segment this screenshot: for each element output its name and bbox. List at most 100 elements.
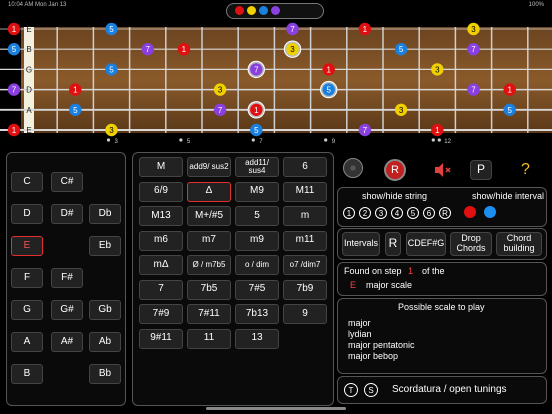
- chord-type-button[interactable]: Ø / m7b5: [187, 255, 231, 275]
- note-button[interactable]: G#: [51, 300, 83, 320]
- cdefg-button[interactable]: CDEF#G: [406, 232, 446, 256]
- note-button[interactable]: E: [11, 236, 43, 256]
- note-button[interactable]: G: [11, 300, 43, 320]
- chord-type-button[interactable]: m: [283, 206, 327, 226]
- intervals-button[interactable]: Intervals: [342, 232, 380, 256]
- fret-note-label: 7: [218, 106, 223, 115]
- note-button[interactable]: Db: [89, 204, 121, 224]
- fret-note-label: 1: [73, 86, 78, 95]
- fret-marker-dot: [106, 138, 111, 142]
- chord-type-button[interactable]: 7#11: [187, 304, 231, 324]
- found-suffix: of the: [422, 266, 445, 276]
- fret-marker-dot: [431, 138, 435, 142]
- chord-type-button[interactable]: Δ: [187, 181, 231, 202]
- chord-type-button[interactable]: 7b13: [235, 304, 279, 324]
- note-button[interactable]: Eb: [89, 236, 121, 256]
- fret-note-label: 5: [326, 86, 331, 95]
- note-button[interactable]: D: [11, 204, 43, 224]
- string-toggle-2[interactable]: 2: [359, 207, 371, 219]
- note-button[interactable]: F#: [51, 268, 83, 288]
- fretboard[interactable]: EBGDAE3 5 7 9 121 5 7 1 35 7 1 3 5 75 7 1 37 1 3 5 7 15 7 1 3 51 3…: [0, 20, 552, 146]
- chord-type-button[interactable]: m9: [235, 230, 279, 251]
- chord-type-button[interactable]: 7b5: [187, 279, 231, 300]
- chord-type-button[interactable]: m7: [187, 230, 231, 251]
- chord-type-button[interactable]: mΔ: [139, 255, 183, 275]
- chord-type-button[interactable]: 7b9: [283, 279, 327, 300]
- note-button[interactable]: C: [11, 172, 43, 192]
- r-button[interactable]: R: [385, 232, 401, 256]
- palette-dot-yellow[interactable]: [247, 6, 256, 15]
- fret-note-label: 7: [471, 86, 476, 95]
- chord-type-button[interactable]: 6: [283, 157, 327, 177]
- note-button[interactable]: Gb: [89, 300, 121, 320]
- p-button[interactable]: P: [470, 160, 492, 180]
- chord-type-button[interactable]: M+/#5: [187, 206, 231, 226]
- string-toggle-3[interactable]: 3: [375, 207, 387, 219]
- string-toggle-5[interactable]: 5: [407, 207, 419, 219]
- chord-type-button[interactable]: 9: [283, 304, 327, 324]
- palette-dot-purple[interactable]: [271, 6, 280, 15]
- string-toggle-root[interactable]: R: [439, 207, 451, 219]
- string-toggle-4[interactable]: 4: [391, 207, 403, 219]
- chord-type-button[interactable]: 6/9: [139, 181, 183, 202]
- scale-item[interactable]: major bebop: [348, 351, 415, 362]
- drop-chords-button[interactable]: Drop Chords: [450, 232, 492, 256]
- show-hide-interval-label: show/hide interval: [472, 191, 545, 201]
- chord-type-button[interactable]: add11/ sus4: [235, 157, 279, 177]
- note-button[interactable]: C#: [51, 172, 83, 192]
- note-button[interactable]: Bb: [89, 364, 121, 384]
- chord-type-button[interactable]: M11: [283, 181, 327, 202]
- chord-type-button[interactable]: M: [139, 157, 183, 177]
- note-button[interactable]: D#: [51, 204, 83, 224]
- fret-marker-dot: [179, 138, 183, 142]
- help-button[interactable]: ?: [521, 161, 530, 179]
- status-battery: 100%: [528, 2, 544, 8]
- interval-toggle-red[interactable]: [464, 206, 476, 218]
- note-button[interactable]: B: [11, 364, 43, 384]
- scale-item[interactable]: major pentatonic: [348, 340, 415, 351]
- tuning-s-button[interactable]: S: [364, 383, 378, 397]
- chord-type-button[interactable]: 13: [235, 328, 279, 349]
- fret-note-label: 1: [363, 25, 368, 34]
- fretboard-nut: [24, 27, 34, 133]
- mute-speaker-icon[interactable]: [432, 160, 452, 180]
- fret-note-label: 5: [109, 65, 114, 74]
- record-button[interactable]: R: [384, 159, 406, 181]
- chord-type-button[interactable]: M13: [139, 206, 183, 226]
- chord-type-button[interactable]: add9/ sus2: [187, 157, 231, 177]
- fret-note-label: 3: [399, 106, 404, 115]
- scale-item[interactable]: major: [348, 318, 415, 329]
- chord-building-button[interactable]: Chord building: [496, 232, 542, 256]
- found-panel: Found on step 1 of the E major scale: [337, 262, 547, 296]
- chord-type-button[interactable]: m11: [283, 230, 327, 251]
- chord-type-button[interactable]: 11: [187, 328, 231, 349]
- note-button[interactable]: Ab: [89, 332, 121, 352]
- tuning-t-button[interactable]: T: [344, 383, 358, 397]
- show-hide-panel: show/hide string show/hide interval 1 2 …: [337, 187, 547, 227]
- scale-wheel-icon[interactable]: [343, 158, 363, 178]
- palette-dot-blue[interactable]: [259, 6, 268, 15]
- chord-type-button[interactable]: M9: [235, 181, 279, 202]
- chord-type-button[interactable]: o7 /dim7: [283, 255, 327, 275]
- fret-note-label: 1: [435, 126, 440, 135]
- chord-type-button[interactable]: 7#5: [235, 279, 279, 300]
- interval-toggle-blue[interactable]: [484, 206, 496, 218]
- chord-type-button[interactable]: 7#9: [139, 304, 183, 324]
- string-toggle-6[interactable]: 6: [423, 207, 435, 219]
- scale-item[interactable]: lydian: [348, 329, 415, 340]
- chord-type-button[interactable]: m6: [139, 230, 183, 251]
- intervals-label: Intervals: [343, 238, 378, 249]
- chord-type-button[interactable]: 9#11: [139, 328, 183, 349]
- scale-list[interactable]: major lydian major pentatonic major bebo…: [348, 318, 415, 362]
- chord-type-button[interactable]: 7: [139, 279, 183, 300]
- scordatura-link[interactable]: Scordatura / open tunings: [392, 384, 507, 395]
- chord-type-button[interactable]: 5: [235, 206, 279, 226]
- string-toggle-1[interactable]: 1: [343, 207, 355, 219]
- note-button[interactable]: F: [11, 268, 43, 288]
- cdefg-label: CDEF#G: [407, 238, 445, 249]
- chord-type-button[interactable]: o / dim: [235, 255, 279, 275]
- palette-dot-red[interactable]: [235, 6, 244, 15]
- note-button[interactable]: A#: [51, 332, 83, 352]
- color-palette[interactable]: [226, 3, 324, 19]
- note-button[interactable]: A: [11, 332, 43, 352]
